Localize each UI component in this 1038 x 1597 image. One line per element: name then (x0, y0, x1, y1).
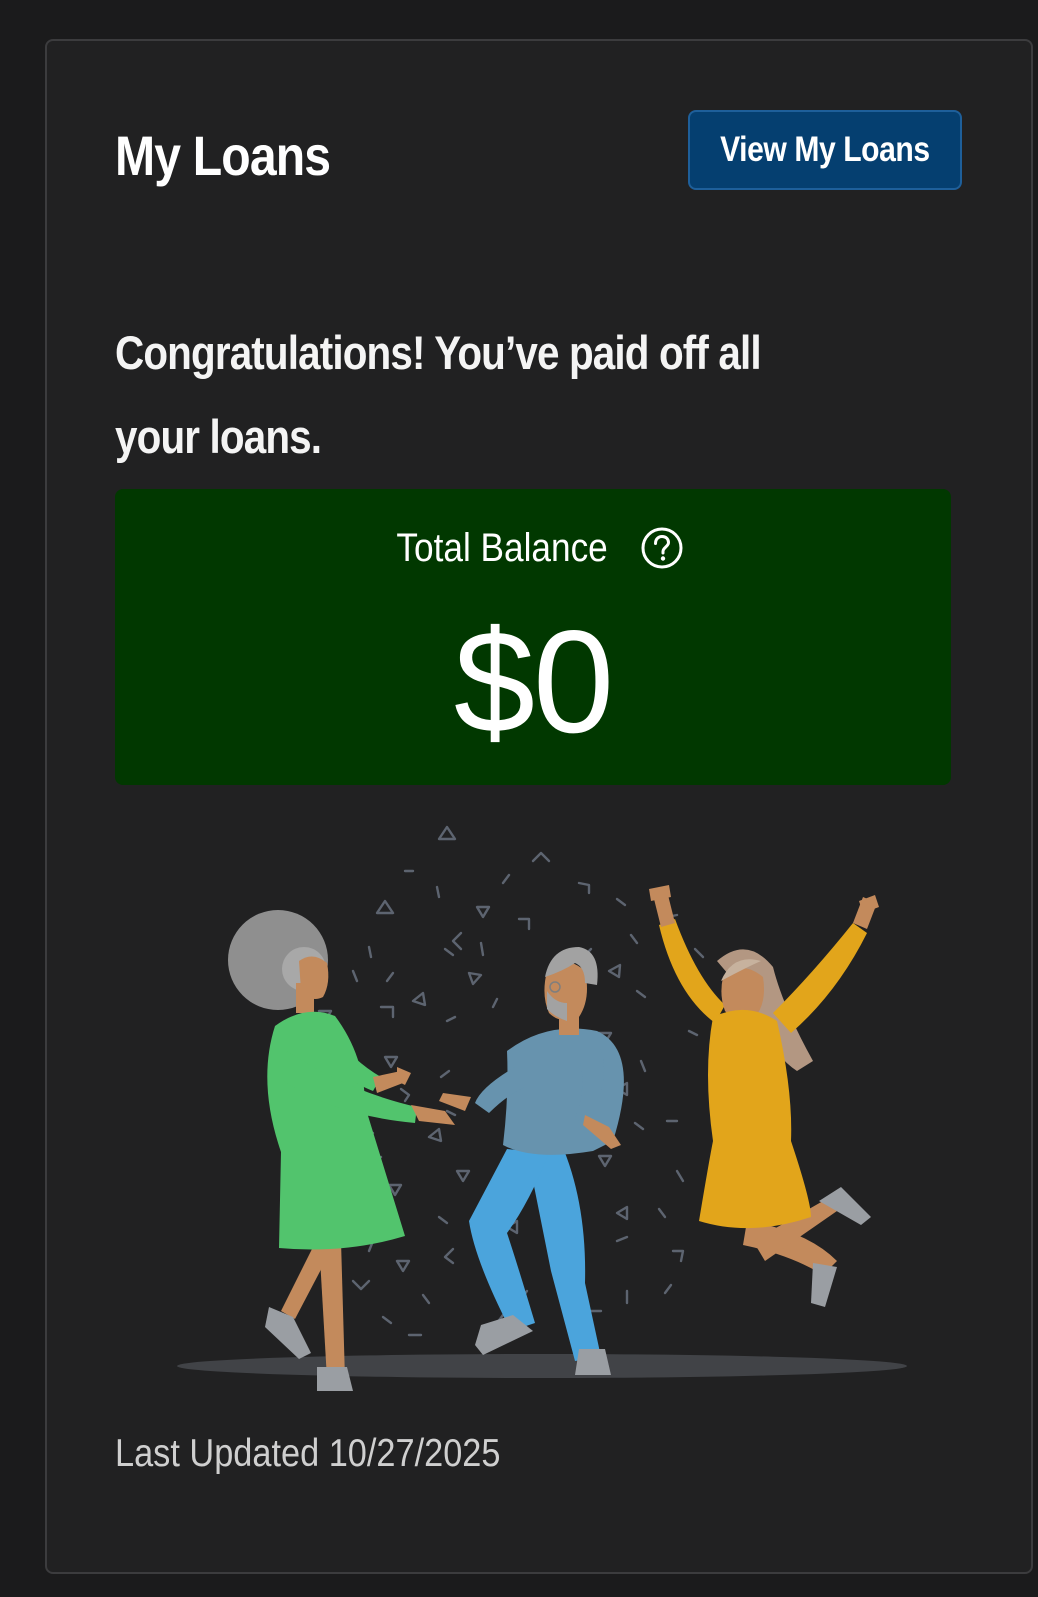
question-circle-icon[interactable] (640, 526, 684, 570)
total-balance-label: Total Balance (396, 526, 609, 571)
floor-shadow (177, 1354, 907, 1378)
person-yellow-dress (649, 885, 879, 1307)
total-balance-panel: Total Balance $0 (115, 489, 951, 785)
my-loans-card: My Loans View My Loans Congratulations! … (45, 39, 1033, 1574)
balance-label-row: Total Balance (115, 519, 951, 575)
view-my-loans-button[interactable]: View My Loans (688, 110, 962, 190)
person-green-dress (228, 910, 455, 1391)
total-balance-amount: $0 (453, 600, 614, 763)
last-updated-text: Last Updated 10/27/2025 (115, 1432, 501, 1475)
congrats-message: Congratulations! You’ve paid off all you… (115, 326, 762, 463)
celebrating-people-illustration (177, 825, 907, 1391)
view-my-loans-label: View My Loans (720, 130, 930, 169)
card-title: My Loans (115, 124, 331, 187)
